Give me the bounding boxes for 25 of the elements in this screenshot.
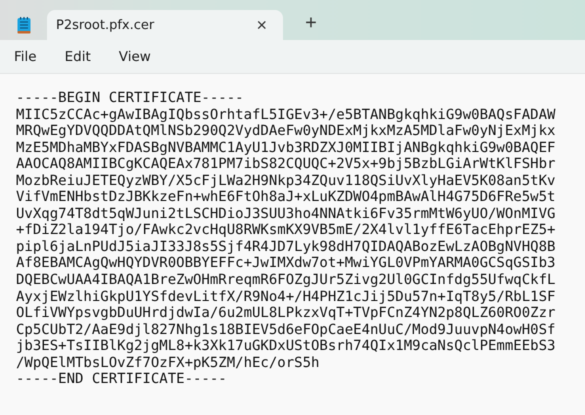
menu-item[interactable]: File: [4, 44, 47, 68]
text-line: VifVmENHbstDzJBKkzeFn+whE6FtOh8aJ+xLuKZDWO4pmBAwAlH4G75D6FRe5w5t: [16, 189, 556, 206]
text-line: AyxjEWzlhiGkpU1YSfdevLitfX/R9No4+/H4PHZ1cJij5Du57n+IqT8y5/RbL1SF: [16, 288, 556, 306]
new-tab-button[interactable]: +: [297, 10, 325, 36]
text-line: pipl6jaLnPUdJ5iaJI33J8s5Sjf4R4JD7Lyk98dH7QIDAQABozEwLzAOBgNVHQ8B: [16, 238, 556, 256]
text-line: /WpQElMTbsLOvZf7OzFX+pK5ZM/hEc/orS5h: [16, 354, 320, 372]
menu-item[interactable]: Edit: [54, 44, 101, 68]
text-line: MRQwEgYDVQQDDAtQMlNSb290Q2VydDAeFw0yNDExMjkxMzA5MDlaFw0yNjExMjkx: [16, 123, 556, 140]
text-line: +fDiZ2la194Tjo/FAwkc2vcHqU8RWKsmKX9VB5mE/2X4lvl1yffE6TacEhprEZ5+: [16, 222, 556, 239]
text-line: -----END CERTIFICATE-----: [16, 371, 227, 388]
text-line: Cp5CUbT2/AaE9djl827Nhg1s18BIEV5d6eFOpCaeE4nUuC/Mod9JuuvpN4owH0Sf: [16, 322, 556, 338]
text-line: jb3ES+TsIIBlKg2jgML8+k3Xk17uGKDxUStOBsrh74QIx1M9caNsQclPEmmEEbS3: [16, 338, 556, 355]
text-line: -----BEGIN CERTIFICATE-----: [16, 90, 244, 107]
menu-item[interactable]: View: [108, 44, 161, 68]
text-line: UvXqg74T8dt5qWJuni2tLSCHDioJ3SUU3ho4NNAtki6Fv35rmMtW6yUO/WOnMIVG: [16, 206, 556, 222]
notepad-icon: [16, 16, 30, 34]
text-line: DQEBCwUAA4IBAQA1BreZwOHmRreqmR6FOZgJUr5Zivg2Ul0GCInfdg55UfwqCkfL: [16, 272, 556, 289]
text-line: MozbReiuJETEQyzWBY/X5cFjLWa2H9Nkp34ZQuv118QSiUvXlyHaEV5K08an5tKv: [16, 172, 556, 190]
file-tab[interactable]: P2sroot.pfx.cer ×: [47, 10, 283, 40]
close-tab-button[interactable]: ×: [254, 16, 269, 34]
text-line: Af8EBAMCAgQwHQYDVR0OBBYEFFc+JwIMXdw7ot+MwiYGL0VPmYARMA0GCSqGSIb3: [16, 255, 556, 272]
text-line: MIIC5zCCAc+gAwIBAgIQbssOrhtafL5IGEv3+/e5BTANBgkqhkiG9w0BAQsFADAW: [16, 106, 556, 124]
text-line: MzE5MDhaMBYxFDASBgNVBAMMC1AyU1Jvb3RDZXJ0MIIBIjANBgkqhkiG9w0BAQEF: [16, 140, 556, 156]
text-line: AAOCAQ8AMIIBCgKCAQEAx781PM7ibS82CQUQC+2V5x+9bj5BzbLGiArWtKlFSHbr: [16, 156, 556, 173]
text-line: OLfiVWYpsvgbDuUHrdjdwIa/6u2mUL8LPkzxVqT+TVpFCnZ4YN2p8QLZ60RO0Zzr: [16, 305, 556, 322]
